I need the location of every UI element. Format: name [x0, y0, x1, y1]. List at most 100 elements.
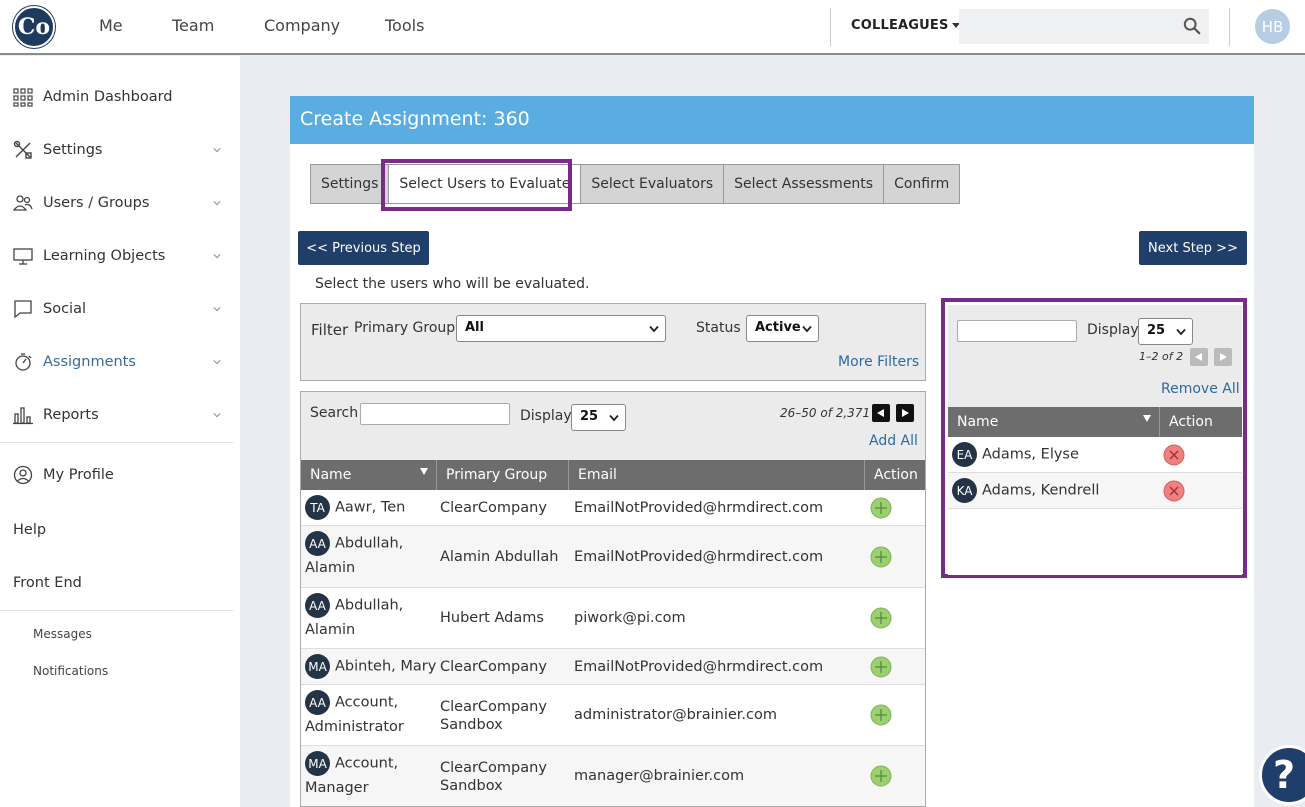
bar-chart-icon	[13, 407, 33, 425]
sidebar-item-front-end[interactable]: Front End	[13, 571, 223, 595]
sidebar-item-label: Social	[43, 301, 86, 317]
selected-search-input[interactable]	[957, 320, 1077, 342]
search-icon[interactable]	[1183, 17, 1201, 35]
company-logo[interactable]: Co	[13, 6, 55, 48]
colleagues-dropdown[interactable]: COLLEAGUES	[851, 18, 960, 33]
sidebar-item-users-groups[interactable]: Users / Groups	[13, 191, 223, 215]
primary-group-select[interactable]: All	[456, 315, 666, 342]
selected-users-panel: Display 25 1–2 of 2 Remove All Name Acti…	[941, 298, 1247, 578]
column-header-action: Action	[1169, 414, 1213, 430]
nav-team[interactable]: Team	[172, 16, 214, 35]
user-name-cell: MA Account, Manager	[305, 751, 435, 800]
sidebar: Admin Dashboard Settings Users / Groups …	[0, 56, 240, 807]
chevron-down-icon	[213, 254, 221, 259]
user-avatar[interactable]: HB	[1255, 9, 1290, 44]
remove-user-button[interactable]	[1163, 444, 1185, 466]
tab-select-assessments[interactable]: Select Assessments	[724, 165, 885, 203]
user-circle-icon	[13, 465, 33, 485]
sidebar-item-messages[interactable]: Messages	[33, 627, 92, 641]
display-count-select[interactable]: 25	[571, 404, 626, 431]
tab-settings[interactable]: Settings	[311, 165, 390, 203]
add-user-button[interactable]	[870, 546, 892, 568]
tab-confirm[interactable]: Confirm	[884, 165, 959, 203]
sidebar-item-my-profile[interactable]: My Profile	[13, 463, 223, 487]
nav-tools[interactable]: Tools	[385, 16, 424, 35]
add-user-button[interactable]	[870, 765, 892, 787]
sidebar-item-settings[interactable]: Settings	[13, 138, 223, 162]
remove-user-button[interactable]	[1163, 480, 1185, 502]
avatar: KA	[952, 478, 977, 503]
chevron-down-icon	[213, 360, 221, 365]
sidebar-item-social[interactable]: Social	[13, 297, 223, 321]
display-label: Display	[520, 408, 572, 424]
add-user-button[interactable]	[870, 607, 892, 629]
sort-down-icon	[420, 468, 428, 475]
selected-display-value: 25	[1147, 323, 1166, 338]
primary-group-cell: ClearCompany	[440, 500, 547, 516]
previous-step-button[interactable]: << Previous Step	[298, 231, 429, 265]
next-page-button[interactable]	[896, 404, 914, 422]
sidebar-item-learning-objects[interactable]: Learning Objects	[13, 244, 223, 268]
more-filters-link[interactable]: More Filters	[838, 354, 919, 370]
user-name-cell: MA Abinteh, Mary	[305, 654, 436, 679]
selected-table-header: Name Action	[948, 407, 1242, 437]
triangle-right-icon	[1220, 353, 1227, 361]
user-name: Adams, Elyse	[982, 446, 1079, 463]
previous-page-button[interactable]	[872, 404, 890, 422]
sidebar-item-label: Help	[13, 522, 47, 538]
display-count-value: 25	[580, 409, 599, 424]
user-search-input[interactable]	[360, 403, 510, 425]
column-header-primary-group[interactable]: Primary Group	[437, 460, 569, 490]
column-header-name[interactable]: Name	[301, 460, 437, 490]
nav-me[interactable]: Me	[99, 16, 123, 35]
add-user-button[interactable]	[870, 704, 892, 726]
selected-next-page-button[interactable]	[1214, 348, 1232, 366]
email-cell: administrator@brainier.com	[574, 707, 777, 723]
sidebar-item-reports[interactable]: Reports	[13, 403, 223, 427]
user-name: Aawr, Ten	[335, 499, 406, 516]
column-header-name[interactable]: Name	[948, 407, 1160, 437]
column-header-email[interactable]: Email	[569, 460, 865, 490]
tab-select-evaluators[interactable]: Select Evaluators	[581, 165, 725, 203]
user-name-cell: EA Adams, Elyse	[952, 442, 1079, 467]
sidebar-item-help[interactable]: Help	[13, 518, 223, 542]
global-search-input[interactable]	[959, 9, 1209, 44]
top-navigation-bar: Co Me Team Company Tools COLLEAGUES HB	[0, 0, 1305, 55]
nav-company[interactable]: Company	[264, 16, 340, 35]
table-header: Name Primary Group Email Action	[301, 460, 925, 490]
chat-icon	[14, 300, 32, 319]
sidebar-item-admin-dashboard[interactable]: Admin Dashboard	[13, 85, 223, 109]
add-user-button[interactable]	[870, 656, 892, 678]
email-cell: EmailNotProvided@hrmdirect.com	[574, 659, 824, 675]
avatar: AA	[305, 531, 330, 556]
add-all-link[interactable]: Add All	[869, 433, 918, 449]
sidebar-item-label: Front End	[13, 575, 82, 591]
sidebar-divider	[0, 610, 233, 611]
email-cell: EmailNotProvided@hrmdirect.com	[574, 500, 824, 516]
help-button[interactable]: ?	[1259, 745, 1305, 805]
table-row: TA Aawr, Ten ClearCompany EmailNotProvide…	[301, 490, 925, 526]
avatar: AA	[305, 593, 330, 618]
sidebar-divider	[0, 442, 233, 443]
email-cell: piwork@pi.com	[574, 610, 686, 626]
primary-group-cell: ClearCompany Sandbox	[440, 760, 547, 794]
tools-icon	[13, 140, 32, 159]
chevron-down-icon	[213, 413, 221, 418]
sidebar-item-assignments[interactable]: Assignments	[13, 350, 223, 374]
table-row: MA Account, Manager ClearCompany Sandbox …	[301, 746, 925, 806]
add-user-button[interactable]	[870, 497, 892, 519]
sidebar-item-label: Assignments	[43, 354, 136, 370]
chevron-down-icon	[1176, 328, 1186, 336]
nav-divider	[1229, 8, 1230, 46]
sidebar-item-notifications[interactable]: Notifications	[33, 664, 108, 678]
selected-display-select[interactable]: 25	[1138, 318, 1193, 345]
table-row: MA Abinteh, Mary ClearCompany EmailNotPro…	[301, 649, 925, 685]
sidebar-item-label: Users / Groups	[43, 195, 150, 211]
selected-users-inner: Display 25 1–2 of 2 Remove All Name Acti…	[948, 305, 1242, 575]
selected-previous-page-button[interactable]	[1190, 348, 1208, 366]
next-step-button[interactable]: Next Step >>	[1139, 231, 1247, 265]
remove-all-link[interactable]: Remove All	[1161, 381, 1240, 397]
status-select[interactable]: Active	[746, 315, 819, 342]
table-row: AA Abdullah, Alamin Hubert Adams piwork@p…	[301, 588, 925, 649]
grid-icon	[13, 88, 33, 107]
